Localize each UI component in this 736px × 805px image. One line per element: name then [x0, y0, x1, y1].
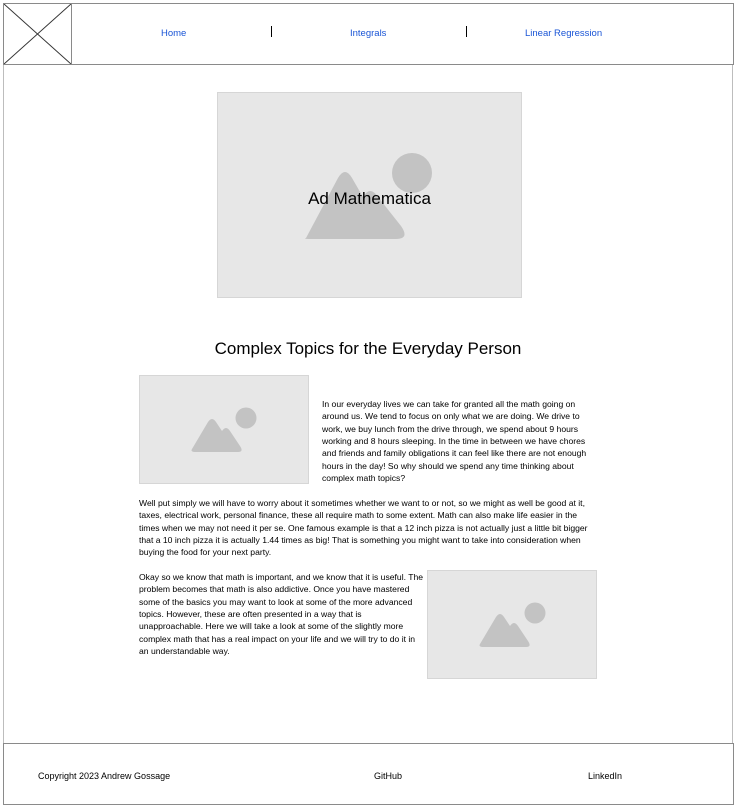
intro-paragraph: In our everyday lives we can take for gr…	[322, 399, 587, 484]
nav-link-home[interactable]: Home	[161, 28, 186, 39]
copyright-text: Copyright 2023 Andrew Gossage	[38, 771, 171, 781]
hero-title: Ad Mathematica	[308, 189, 431, 208]
right-guide-line	[732, 64, 733, 743]
github-link[interactable]: GitHub	[374, 771, 402, 781]
page: Home Integrals Linear Regression Ad Math…	[0, 0, 736, 805]
nav-separator	[466, 26, 467, 37]
logo-image-placeholder-icon[interactable]	[4, 4, 72, 64]
nav-link-linear-regression[interactable]: Linear Regression	[525, 28, 602, 39]
content-image-placeholder	[427, 570, 597, 679]
nav-link-integrals[interactable]: Integrals	[350, 28, 386, 39]
section-title: Complex Topics for the Everyday Person	[214, 339, 522, 358]
body-paragraph: Well put simply we will have to worry ab…	[139, 498, 588, 558]
content-image-placeholder	[139, 375, 309, 484]
nav-separator	[271, 26, 272, 37]
left-guide-line	[3, 64, 4, 743]
image-placeholder-icon	[191, 407, 257, 452]
logo-cross-icon	[4, 4, 71, 64]
site-footer: Copyright 2023 Andrew Gossage GitHub Lin…	[3, 743, 734, 805]
closing-paragraph: Okay so we know that math is important, …	[139, 572, 424, 657]
linkedin-link[interactable]: LinkedIn	[588, 771, 622, 781]
site-header: Home Integrals Linear Regression	[3, 3, 734, 65]
image-placeholder-icon	[479, 602, 546, 647]
hero-banner: Ad Mathematica	[217, 92, 522, 298]
